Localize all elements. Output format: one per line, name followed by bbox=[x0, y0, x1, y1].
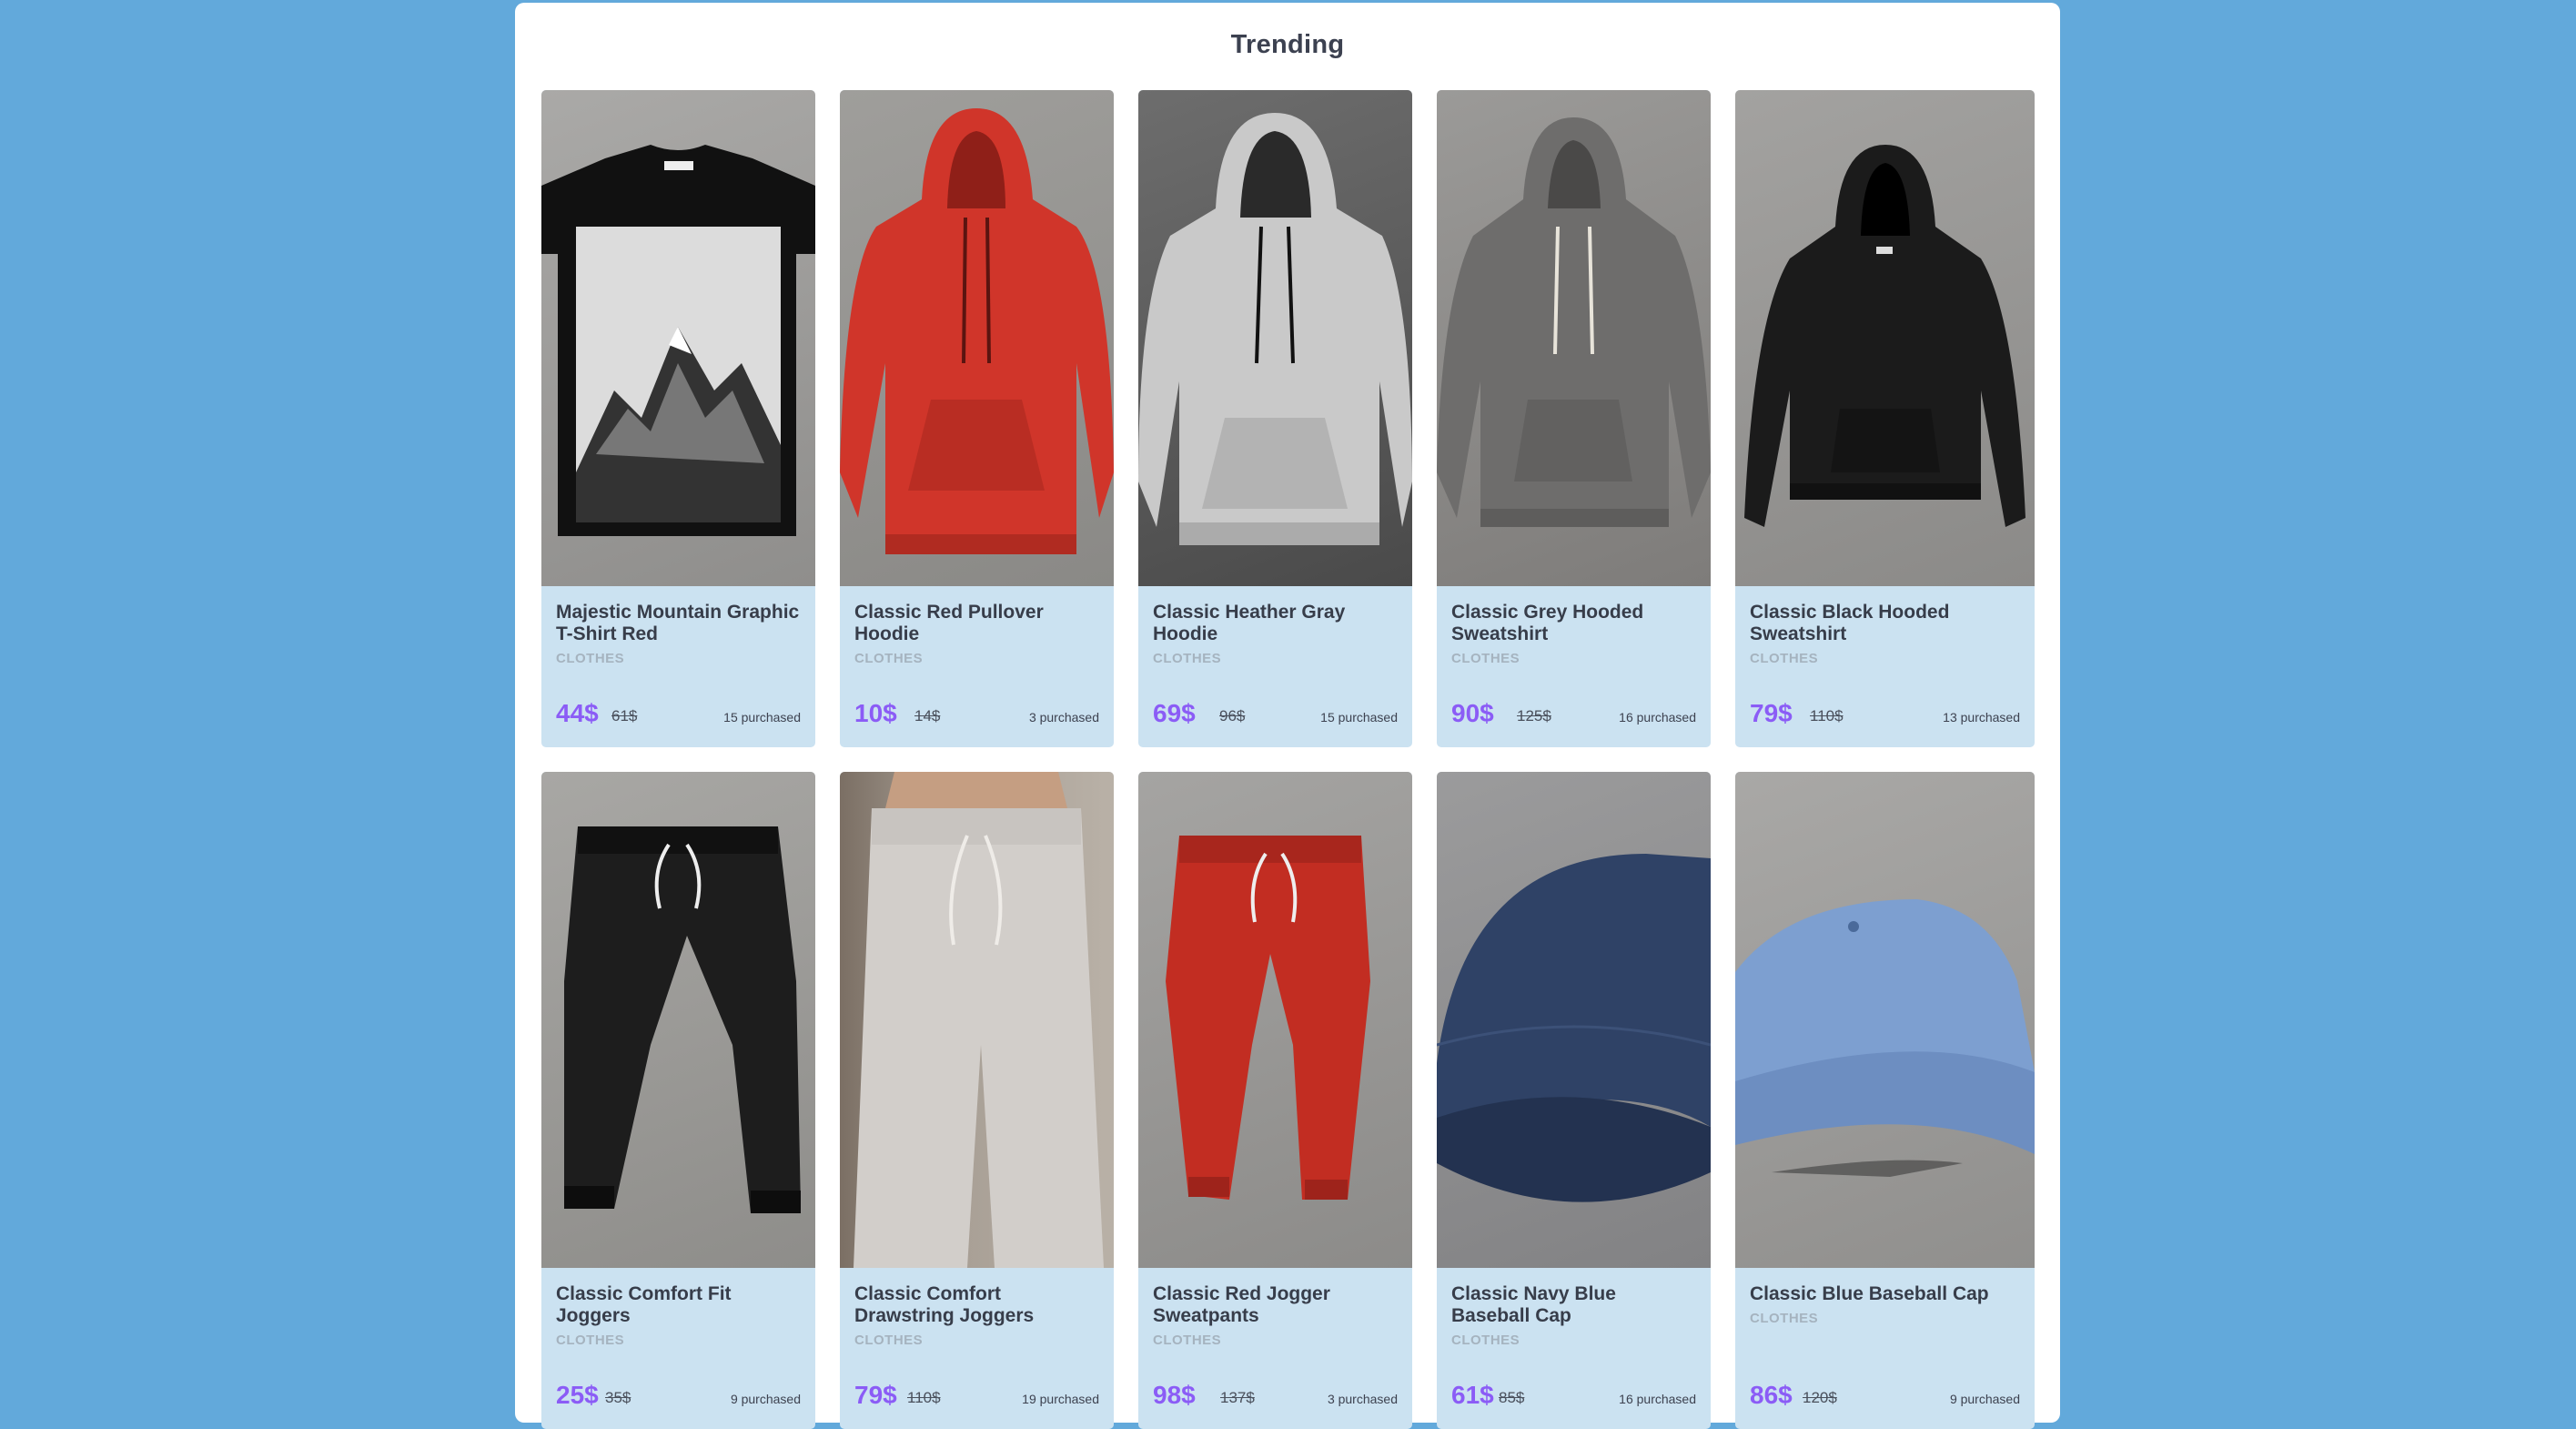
product-card[interactable]: Classic Comfort Drawstring Joggers CLOTH… bbox=[840, 772, 1114, 1429]
product-price: 79$ bbox=[854, 1381, 897, 1409]
product-price: 90$ bbox=[1451, 699, 1494, 727]
product-category: CLOTHES bbox=[1153, 651, 1222, 666]
product-price: 44$ bbox=[556, 699, 599, 727]
product-card[interactable]: Classic Blue Baseball Cap CLOTHES 86$ 12… bbox=[1735, 772, 2035, 1429]
product-name: Classic Red Jogger Sweatpants bbox=[1153, 1283, 1330, 1326]
product-old-price: 137$ bbox=[1220, 1389, 1255, 1406]
product-category: CLOTHES bbox=[1750, 651, 1819, 666]
product-purchased: 15 purchased bbox=[1320, 710, 1398, 725]
product-category: CLOTHES bbox=[1451, 1333, 1520, 1348]
product-purchased: 19 purchased bbox=[1022, 1392, 1099, 1406]
product-image bbox=[840, 90, 1114, 586]
product-old-price: 14$ bbox=[914, 707, 941, 725]
product-name: Classic Blue Baseball Cap bbox=[1750, 1283, 1989, 1304]
product-grid: Majestic Mountain Graphic T-Shirt Red CL… bbox=[541, 90, 2035, 1429]
product-image bbox=[1735, 90, 2035, 586]
product-purchased: 3 purchased bbox=[1327, 1392, 1398, 1406]
product-purchased: 9 purchased bbox=[730, 1392, 801, 1406]
product-purchased: 13 purchased bbox=[1943, 710, 2020, 725]
product-card[interactable]: Classic Black Hooded Sweatshirt CLOTHES … bbox=[1735, 90, 2035, 747]
product-old-price: 120$ bbox=[1803, 1389, 1837, 1406]
product-name: Classic Comfort Fit Joggers bbox=[556, 1283, 732, 1326]
product-name: Classic Comfort Drawstring Joggers bbox=[854, 1283, 1035, 1326]
product-image bbox=[541, 90, 815, 586]
product-image bbox=[840, 772, 1114, 1268]
product-category: CLOTHES bbox=[854, 1333, 924, 1348]
product-category: CLOTHES bbox=[854, 651, 924, 666]
product-purchased: 3 purchased bbox=[1028, 710, 1099, 725]
product-old-price: 61$ bbox=[611, 707, 638, 725]
product-category: CLOTHES bbox=[556, 1333, 625, 1348]
product-name: Classic Grey Hooded Sweatshirt bbox=[1451, 602, 1644, 644]
product-image bbox=[1735, 772, 2035, 1268]
product-image bbox=[541, 772, 815, 1268]
product-name: Classic Navy Blue Baseball Cap bbox=[1451, 1283, 1616, 1326]
product-card[interactable]: Classic Grey Hooded Sweatshirt CLOTHES 9… bbox=[1437, 90, 1711, 747]
product-price: 98$ bbox=[1153, 1381, 1196, 1409]
trending-section: Trending Majestic Mountain Graphic T-Shi… bbox=[515, 3, 2060, 1429]
product-purchased: 16 purchased bbox=[1619, 710, 1696, 725]
product-name: Classic Heather Gray Hoodie bbox=[1153, 602, 1346, 644]
product-old-price: 110$ bbox=[1810, 707, 1844, 725]
section-title: Trending bbox=[1230, 30, 1345, 59]
product-price: 10$ bbox=[854, 699, 897, 727]
product-category: CLOTHES bbox=[1153, 1333, 1222, 1348]
product-old-price: 85$ bbox=[1499, 1389, 1525, 1406]
product-card[interactable]: Classic Red Pullover Hoodie CLOTHES 10$ … bbox=[840, 90, 1114, 747]
product-price: 69$ bbox=[1153, 699, 1196, 727]
product-name: Classic Red Pullover Hoodie bbox=[854, 602, 1044, 644]
product-card[interactable]: Majestic Mountain Graphic T-Shirt Red CL… bbox=[541, 90, 815, 747]
product-price: 86$ bbox=[1750, 1381, 1793, 1409]
product-image bbox=[1138, 90, 1412, 586]
product-card[interactable]: Classic Navy Blue Baseball Cap CLOTHES 6… bbox=[1437, 772, 1711, 1429]
product-purchased: 9 purchased bbox=[1949, 1392, 2020, 1406]
product-price: 79$ bbox=[1750, 699, 1793, 727]
product-card[interactable]: Classic Heather Gray Hoodie CLOTHES 69$ … bbox=[1138, 90, 1412, 747]
product-image bbox=[1437, 772, 1711, 1268]
product-old-price: 125$ bbox=[1517, 707, 1551, 725]
product-image bbox=[1437, 90, 1711, 586]
product-old-price: 96$ bbox=[1219, 707, 1246, 725]
product-card[interactable]: Classic Comfort Fit Joggers CLOTHES 25$ … bbox=[541, 772, 815, 1429]
product-name: Majestic Mountain Graphic T-Shirt Red bbox=[556, 602, 800, 644]
product-category: CLOTHES bbox=[1750, 1311, 1819, 1326]
product-purchased: 15 purchased bbox=[723, 710, 801, 725]
product-old-price: 35$ bbox=[605, 1389, 631, 1406]
product-card[interactable]: Classic Red Jogger Sweatpants CLOTHES 98… bbox=[1138, 772, 1412, 1429]
product-category: CLOTHES bbox=[556, 651, 625, 666]
product-price: 61$ bbox=[1451, 1381, 1494, 1409]
product-price: 25$ bbox=[556, 1381, 599, 1409]
product-category: CLOTHES bbox=[1451, 651, 1520, 666]
product-purchased: 16 purchased bbox=[1619, 1392, 1696, 1406]
product-old-price: 110$ bbox=[907, 1389, 941, 1406]
product-image bbox=[1138, 772, 1412, 1268]
product-name: Classic Black Hooded Sweatshirt bbox=[1750, 602, 1950, 644]
